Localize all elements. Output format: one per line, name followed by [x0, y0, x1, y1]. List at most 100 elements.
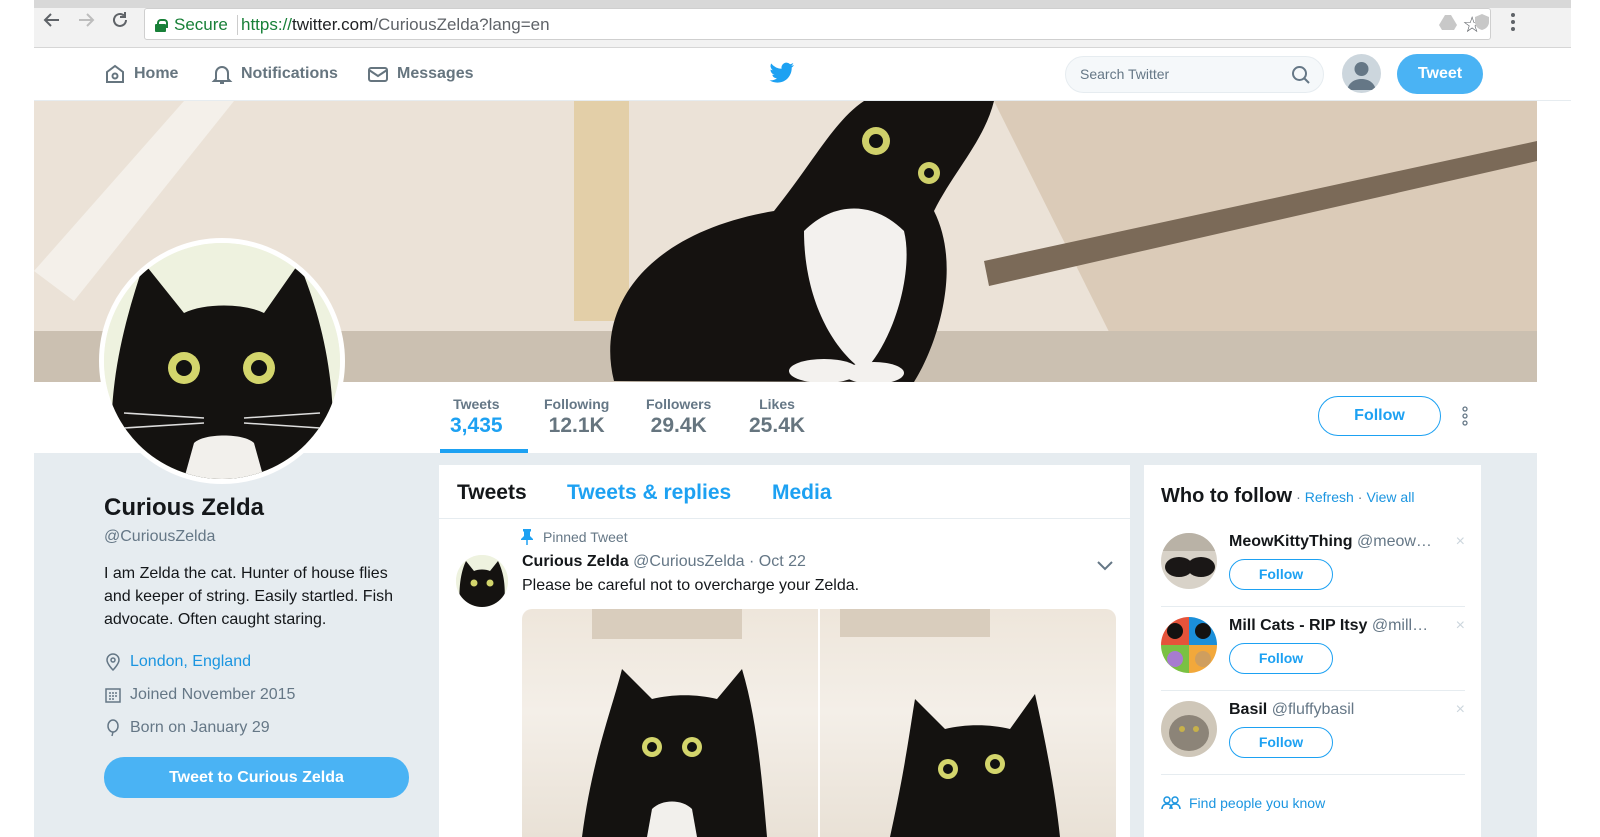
- reload-icon[interactable]: [106, 10, 134, 38]
- user-avatar[interactable]: [1342, 54, 1381, 93]
- search-icon[interactable]: [1291, 65, 1311, 90]
- profile-card: Curious Zelda @CuriousZelda I am Zelda t…: [104, 494, 424, 744]
- compose-tweet-button[interactable]: Tweet: [1397, 54, 1483, 94]
- stat-following[interactable]: Following 12.1K: [544, 396, 609, 438]
- bell-icon: [211, 66, 233, 84]
- timeline-tabs: Tweets Tweets & replies Media: [439, 465, 1130, 519]
- tweet-text: Please be careful not to overcharge your…: [522, 577, 860, 594]
- stat-label: Following: [544, 396, 610, 412]
- twitter-bird-icon[interactable]: [769, 61, 795, 90]
- stat-label: Tweets: [453, 396, 500, 412]
- nav-notifications[interactable]: Notifications: [211, 63, 338, 85]
- profile-meta: London, England Joined November 2015 Bor…: [104, 645, 424, 744]
- tab-tweets[interactable]: Tweets: [457, 481, 527, 505]
- tweet-media[interactable]: [522, 609, 1116, 837]
- nav-home[interactable]: Home: [104, 63, 178, 85]
- nav-messages[interactable]: Messages: [367, 63, 474, 85]
- tweet-author-avatar[interactable]: [456, 555, 508, 607]
- stat-value: 12.1K: [548, 414, 605, 437]
- suggestion-item: Basil @fluffybasil Follow ×: [1161, 691, 1465, 775]
- suggestion-follow-button[interactable]: Follow: [1229, 643, 1333, 674]
- url-scheme: https://: [241, 15, 293, 34]
- profile-birthday: Born on January 29: [104, 711, 424, 744]
- tweet-author-name[interactable]: Curious Zelda: [522, 553, 629, 570]
- stat-value: 3,435: [450, 414, 503, 437]
- dismiss-icon[interactable]: ×: [1456, 533, 1465, 551]
- tab-media[interactable]: Media: [772, 481, 832, 505]
- suggestion-follow-button[interactable]: Follow: [1229, 727, 1333, 758]
- pinned-tweet-label: Pinned Tweet: [521, 529, 628, 545]
- who-to-follow: Who to follow · Refresh · View all MeowK…: [1144, 465, 1481, 837]
- separator-dot: ·: [1357, 489, 1363, 505]
- suggestion-follow-button[interactable]: Follow: [1229, 559, 1333, 590]
- secure-indicator[interactable]: Secure: [155, 15, 228, 35]
- back-icon[interactable]: [38, 10, 66, 38]
- lock-icon: [155, 19, 168, 32]
- suggestion-name[interactable]: MeowKittyThing @meow…: [1229, 533, 1439, 551]
- address-bar[interactable]: Secure https://twitter.com/CuriousZelda?…: [144, 8, 1491, 40]
- people-icon: [1161, 796, 1181, 810]
- active-stat-underline: [440, 449, 528, 453]
- born-text: Born on January 29: [130, 718, 270, 736]
- more-options-icon[interactable]: [1462, 406, 1468, 431]
- pinned-text: Pinned Tweet: [543, 529, 628, 545]
- tweet-photo[interactable]: [522, 609, 818, 837]
- find-people-link[interactable]: Find people you know: [1161, 795, 1325, 811]
- nav-notifications-label: Notifications: [241, 65, 338, 82]
- find-people-label: Find people you know: [1189, 795, 1326, 811]
- secure-label: Secure: [174, 15, 228, 34]
- url-path: /CuriousZelda?lang=en: [373, 15, 550, 34]
- profile-handle[interactable]: @CuriousZelda: [104, 528, 424, 546]
- browser-menu-icon[interactable]: [1510, 12, 1532, 34]
- twitter-top-nav: Home Notifications Messages Tweet: [34, 48, 1571, 101]
- separator-dot: ·: [1296, 489, 1301, 505]
- suggestion-name[interactable]: Mill Cats - RIP Itsy @mill…: [1229, 617, 1439, 635]
- calendar-icon: [105, 687, 121, 703]
- suggestion-display-name: MeowKittyThing: [1229, 533, 1353, 550]
- stat-value: 25.4K: [749, 414, 806, 437]
- tab-tweets-and-replies[interactable]: Tweets & replies: [567, 481, 731, 505]
- tweet-header: Curious Zelda @CuriousZelda · Oct 22: [522, 553, 806, 571]
- url-text[interactable]: https://twitter.com/CuriousZelda?lang=en: [241, 15, 550, 35]
- drive-extension-icon[interactable]: [1438, 12, 1460, 34]
- dismiss-icon[interactable]: ×: [1456, 701, 1465, 719]
- who-to-follow-title: Who to follow: [1161, 485, 1293, 507]
- who-to-follow-header: Who to follow · Refresh · View all: [1161, 485, 1414, 508]
- profile-name[interactable]: Curious Zelda: [104, 494, 424, 522]
- follow-button[interactable]: Follow: [1318, 396, 1441, 436]
- forward-icon[interactable]: [72, 10, 100, 38]
- tweet-to-button[interactable]: Tweet to Curious Zelda: [104, 757, 409, 798]
- search-box[interactable]: [1065, 56, 1324, 93]
- suggestion-avatar[interactable]: [1161, 701, 1217, 757]
- suggestion-item: Mill Cats - RIP Itsy @mill… Follow ×: [1161, 607, 1465, 691]
- home-icon: [106, 64, 124, 83]
- suggestion-handle: @meow…: [1357, 533, 1432, 550]
- suggestion-display-name: Mill Cats - RIP Itsy: [1229, 617, 1368, 634]
- suggestion-name[interactable]: Basil @fluffybasil: [1229, 701, 1439, 719]
- view-all-link[interactable]: View all: [1366, 489, 1414, 505]
- balloon-icon: [107, 718, 119, 736]
- profile-bio: I am Zelda the cat. Hunter of house flie…: [104, 565, 394, 628]
- suggestion-avatar[interactable]: [1161, 617, 1217, 673]
- location-link[interactable]: London, England: [130, 653, 251, 671]
- stat-label: Followers: [646, 396, 712, 412]
- tweet-author-handle[interactable]: @CuriousZelda: [633, 553, 744, 570]
- chevron-down-icon[interactable]: [1097, 558, 1113, 576]
- joined-text: Joined November 2015: [130, 685, 296, 703]
- stat-likes[interactable]: Likes 25.4K: [749, 396, 805, 438]
- search-input[interactable]: [1080, 66, 1280, 82]
- suggestion-avatar[interactable]: [1161, 533, 1217, 589]
- nav-messages-label: Messages: [397, 65, 474, 82]
- shield-extension-icon[interactable]: [1472, 12, 1494, 34]
- stat-tweets[interactable]: Tweets 3,435: [450, 396, 503, 438]
- browser-toolbar: Secure https://twitter.com/CuriousZelda?…: [34, 0, 1571, 48]
- stat-followers[interactable]: Followers 29.4K: [646, 396, 711, 438]
- profile-photo[interactable]: [99, 238, 345, 484]
- dismiss-icon[interactable]: ×: [1456, 617, 1465, 635]
- stat-value: 29.4K: [650, 414, 707, 437]
- tweet-date[interactable]: · Oct 22: [749, 553, 806, 570]
- tweet-photo[interactable]: [820, 609, 1116, 837]
- refresh-link[interactable]: Refresh: [1305, 489, 1354, 505]
- profile-joined: Joined November 2015: [104, 678, 424, 711]
- pin-icon: [521, 529, 533, 545]
